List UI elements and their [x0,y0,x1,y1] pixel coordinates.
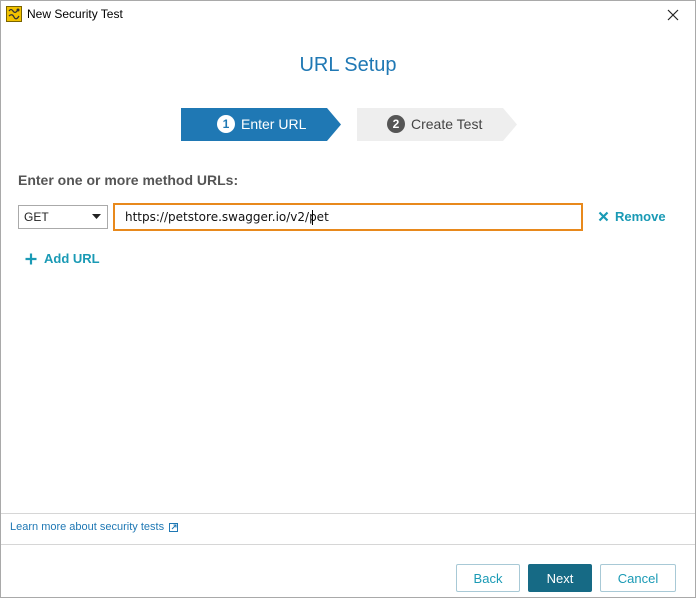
step-label: Create Test [411,116,483,132]
learn-more-label: Learn more about security tests [10,521,165,533]
button-bar-divider [1,544,695,545]
step-create-test: 2 Create Test [387,108,482,140]
x-icon [598,211,609,222]
add-url-button[interactable]: Add URL [25,251,100,266]
next-button[interactable]: Next [528,564,592,592]
step-number: 2 [387,115,405,133]
dialog-window: New Security Test URL Setup 1 Enter URL … [0,0,696,598]
cancel-button[interactable]: Cancel [600,564,676,592]
page-title: URL Setup [299,54,397,76]
method-dropdown[interactable]: GET [18,205,108,229]
close-icon [667,9,679,21]
app-icon [6,6,22,22]
text-cursor [312,210,313,225]
back-button[interactable]: Back [456,564,520,592]
title-bar: New Security Test [1,1,695,29]
chevron-down-icon [92,214,101,219]
external-link-icon [169,522,179,532]
window-title: New Security Test [27,7,123,21]
footer-divider [1,513,695,514]
close-button[interactable] [659,4,687,26]
wizard-steps: 1 Enter URL 2 Create Test [181,108,521,141]
url-input[interactable] [113,203,583,231]
plus-icon [25,253,37,264]
add-url-label: Add URL [44,251,100,266]
remove-url-button[interactable]: Remove [598,209,666,224]
step-number: 1 [217,115,235,133]
step-label: Enter URL [241,116,307,132]
method-urls-label: Enter one or more method URLs: [18,172,239,188]
remove-label: Remove [615,209,666,224]
learn-more-link[interactable]: Learn more about security tests [10,521,179,533]
step-enter-url: 1 Enter URL [217,108,306,140]
method-value: GET [24,210,49,224]
